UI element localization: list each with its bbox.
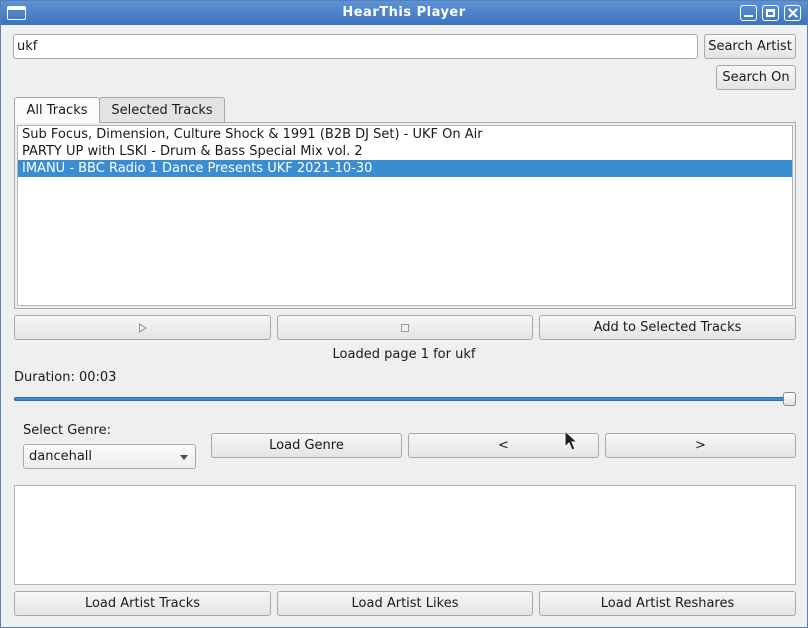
search-input[interactable] — [13, 34, 698, 59]
add-to-selected-button[interactable]: Add to Selected Tracks — [539, 315, 796, 340]
minimize-icon[interactable] — [740, 5, 757, 21]
mouse-cursor-icon — [564, 430, 579, 451]
tab-all-tracks[interactable]: All Tracks — [14, 97, 100, 123]
duration-label: Duration: 00:03 — [14, 370, 117, 385]
chevron-down-icon — [180, 455, 188, 460]
genre-label: Select Genre: — [23, 423, 111, 438]
close-icon[interactable] — [784, 5, 801, 21]
slider-fill — [14, 397, 787, 401]
genre-select[interactable]: dancehall — [23, 444, 196, 469]
load-artist-likes-button[interactable]: Load Artist Likes — [277, 591, 533, 616]
load-genre-button[interactable]: Load Genre — [211, 433, 402, 458]
play-button[interactable] — [14, 315, 271, 340]
track-row[interactable]: PARTY UP with LSKI - Drum & Bass Special… — [18, 143, 792, 160]
stop-button[interactable] — [277, 315, 533, 340]
window-title: HearThis Player — [342, 5, 466, 20]
slider-handle[interactable] — [783, 392, 796, 406]
progress-slider[interactable] — [14, 392, 796, 406]
track-list[interactable]: Sub Focus, Dimension, Culture Shock & 19… — [17, 125, 793, 306]
main-window: HearThis Player Search Artist Search On … — [0, 0, 808, 628]
maximize-icon[interactable] — [762, 5, 779, 21]
load-artist-reshares-button[interactable]: Load Artist Reshares — [539, 591, 796, 616]
load-artist-tracks-button[interactable]: Load Artist Tracks — [14, 591, 271, 616]
search-artist-button[interactable]: Search Artist — [704, 34, 796, 59]
track-row-selected[interactable]: IMANU - BBC Radio 1 Dance Presents UKF 2… — [18, 160, 792, 177]
info-text-area[interactable] — [14, 485, 796, 585]
tab-panel: Sub Focus, Dimension, Culture Shock & 19… — [14, 122, 796, 309]
next-page-button[interactable]: > — [605, 433, 796, 458]
genre-selected-value: dancehall — [29, 449, 93, 464]
status-text: Loaded page 1 for ukf — [332, 347, 476, 362]
stop-icon — [401, 323, 409, 332]
track-row[interactable]: Sub Focus, Dimension, Culture Shock & 19… — [18, 126, 792, 143]
title-bar[interactable]: HearThis Player — [1, 1, 807, 25]
tab-selected-tracks[interactable]: Selected Tracks — [99, 97, 225, 122]
search-on-button[interactable]: Search On — [716, 65, 796, 90]
play-icon — [138, 322, 147, 333]
